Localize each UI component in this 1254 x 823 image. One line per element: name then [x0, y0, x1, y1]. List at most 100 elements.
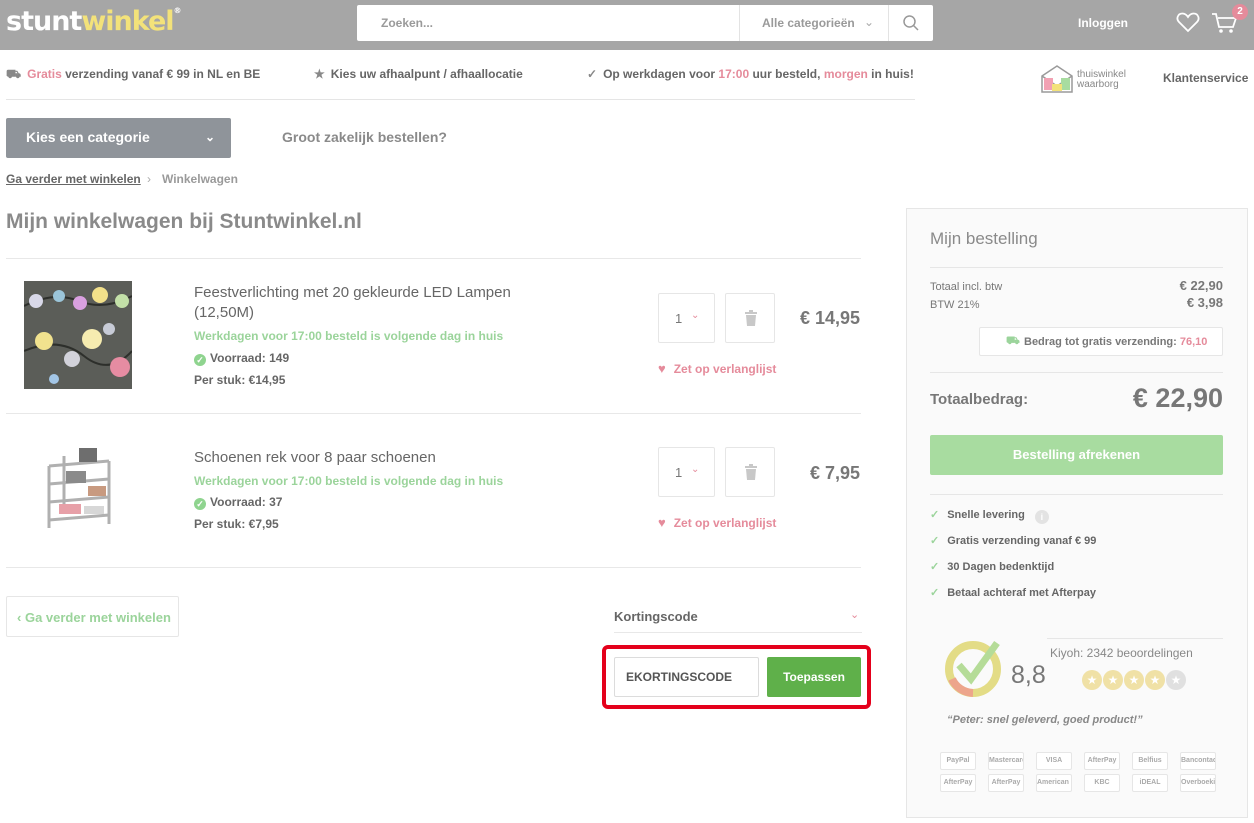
product-name[interactable]: Schoenen rek voor 8 paar schoenen — [194, 448, 554, 468]
unit-price: Per stuk: €7,95 — [194, 517, 279, 531]
star-rating: ★ ★ ★ ★ ★ — [1082, 670, 1187, 690]
quantity-select[interactable]: 1 ⌄ — [658, 293, 715, 343]
payment-logo-bancontact: Bancontact — [1180, 752, 1216, 770]
quantity-value: 1 — [675, 465, 683, 480]
usp-next-day-text: in huis! — [867, 67, 914, 81]
star-icon: ★ — [1103, 670, 1123, 690]
login-link[interactable]: Inloggen — [1078, 16, 1128, 30]
chevron-left-icon: ‹ — [17, 610, 25, 625]
add-to-wishlist-link[interactable]: ♥ Zet op verlanglijst — [658, 515, 776, 530]
checkout-button[interactable]: Bestelling afrekenen — [930, 435, 1223, 475]
category-menu-button[interactable]: Kies een categorie ⌄ — [6, 118, 231, 158]
continue-shopping-label: Ga verder met winkelen — [24, 610, 171, 625]
discount-code-input[interactable] — [614, 657, 759, 697]
continue-shopping-button[interactable]: ‹ Ga verder met winkelen — [6, 596, 179, 637]
check-circle-icon: ✓ — [194, 498, 206, 510]
chevron-down-icon: ⌄ — [691, 464, 700, 475]
kiyoh-score: 8,8 — [1011, 661, 1046, 689]
stuntwinkel-logo[interactable]: stuntwinkel® — [6, 6, 182, 37]
usp-free-highlight: Gratis — [27, 67, 62, 81]
category-menu-label: Kies een categorie — [26, 129, 150, 145]
add-to-wishlist-link[interactable]: ♥ Zet op verlanglijst — [658, 361, 776, 376]
usp-afterpay: ✓ Betaal achteraf met Afterpay — [930, 586, 1096, 599]
star-icon: ★ — [314, 67, 325, 81]
wishlist-heart-icon[interactable] — [1176, 11, 1200, 33]
star-icon: ★ — [1082, 670, 1102, 690]
vat-label: BTW 21% — [930, 299, 980, 311]
payment-logo-visa: VISA — [1036, 752, 1072, 770]
stock-text: Voorraad: 37 — [210, 495, 283, 509]
page-title: Mijn winkelwagen bij Stuntwinkel.nl — [6, 210, 362, 233]
customer-quote: “Peter: snel geleverd, goed product!” — [947, 714, 1143, 726]
usp-free-shipping: ✓ Gratis verzending vanaf € 99 — [930, 534, 1096, 547]
delivery-info: Werkdagen voor 17:00 besteld is volgende… — [194, 474, 504, 488]
cart-divider — [6, 413, 861, 414]
search-icon[interactable] — [901, 13, 921, 33]
search-bar: Alle categorieën ⌄ — [357, 5, 933, 41]
chevron-down-icon[interactable]: ⌄ — [864, 15, 874, 29]
search-divider — [739, 5, 740, 41]
usp-text: Snelle levering — [947, 509, 1025, 521]
product-image-led-lights[interactable] — [24, 281, 132, 389]
payment-logo-afterpay: AfterPay — [940, 774, 976, 792]
category-select[interactable]: Alle categorieën — [762, 16, 855, 30]
cart-divider — [6, 567, 861, 568]
payment-logo-kbc: KBC — [1084, 774, 1120, 792]
thuiswinkel-waarborg-text: thuiswinkel waarborg — [1077, 70, 1126, 90]
free-shipping-value: 76,10 — [1179, 336, 1208, 348]
breadcrumb-continue-shopping[interactable]: Ga verder met winkelen — [6, 172, 141, 186]
truck-icon: ⛟ — [6, 67, 22, 81]
discount-code-toggle[interactable]: Kortingscode — [614, 609, 698, 624]
trash-icon — [745, 464, 757, 480]
business-order-link[interactable]: Groot zakelijk bestellen? — [282, 129, 447, 145]
kiyoh-review-count[interactable]: Kiyoh: 2342 beoordelingen — [1050, 646, 1193, 660]
payment-logo-paypal: PayPal — [940, 752, 976, 770]
checkmark-icon: ✓ — [930, 587, 940, 599]
summary-divider — [1047, 638, 1223, 639]
vat-value: € 3,98 — [1186, 295, 1223, 310]
usp-free-shipping: ⛟ Gratis verzending vanaf € 99 in NL en B… — [6, 67, 260, 83]
usp-next-day-text: uur besteld, — [749, 67, 824, 81]
grand-total-value: € 22,90 — [1132, 383, 1223, 413]
unit-price: Per stuk: €14,95 — [194, 373, 286, 387]
product-image-shoe-rack[interactable] — [24, 436, 132, 544]
apply-discount-button[interactable]: Toepassen — [767, 657, 861, 697]
kiyoh-badge-icon[interactable] — [945, 637, 1005, 697]
heart-icon: ♥ — [658, 361, 666, 376]
usp-pickup-point: ★ Kies uw afhaalpunt / afhaallocatie — [314, 67, 523, 81]
payment-logo-american-express: American Express — [1036, 774, 1072, 792]
check-circle-icon: ✓ — [194, 354, 206, 366]
checkmark-icon: ✓ — [930, 535, 940, 547]
search-input[interactable] — [357, 5, 739, 41]
payment-logo-overboeking: Overboeking — [1180, 774, 1216, 792]
trash-icon — [745, 310, 757, 326]
customer-service-link[interactable]: Klantenservice — [1163, 71, 1248, 85]
chevron-down-icon: ⌄ — [204, 130, 215, 144]
usp-text: Betaal achteraf met Afterpay — [947, 587, 1096, 599]
checkmark-icon: ✓ — [587, 67, 598, 81]
chevron-down-icon[interactable]: ⌄ — [850, 608, 859, 621]
item-price: € 7,95 — [809, 463, 860, 483]
usp-fast-delivery: ✓ Snelle levering i — [930, 508, 1049, 524]
stock-info: ✓ Voorraad: 37 — [194, 495, 282, 510]
truck-icon: ⛟ — [1006, 335, 1020, 347]
star-icon: ★ — [1145, 670, 1165, 690]
payment-logo-afterpay: AfterPay — [1084, 752, 1120, 770]
info-icon[interactable]: i — [1034, 510, 1049, 524]
usp-return-period: ✓ 30 Dagen bedenktijd — [930, 560, 1054, 573]
search-divider — [888, 5, 889, 41]
free-shipping-label: Bedrag tot gratis verzending: — [1024, 336, 1180, 348]
usp-text: Gratis verzending vanaf € 99 — [947, 535, 1097, 547]
chevron-down-icon: ⌄ — [691, 310, 700, 321]
thuiswinkel-line-2: waarborg — [1077, 79, 1119, 90]
product-name[interactable]: Feestverlichting met 20 gekleurde LED La… — [194, 283, 554, 323]
usp-text: 30 Dagen bedenktijd — [947, 561, 1055, 573]
wishlist-label: Zet op verlanglijst — [673, 362, 777, 376]
usp-pickup-text: Kies uw afhaalpunt / afhaallocatie — [330, 67, 523, 81]
quantity-select[interactable]: 1 ⌄ — [658, 447, 715, 497]
summary-divider — [930, 372, 1223, 373]
stock-text: Voorraad: 149 — [210, 351, 290, 365]
item-price: € 14,95 — [799, 308, 860, 328]
thuiswinkel-waarborg-logo[interactable] — [1040, 64, 1074, 94]
free-shipping-remaining: ⛟ Bedrag tot gratis verzending: 76,10 — [979, 327, 1223, 356]
